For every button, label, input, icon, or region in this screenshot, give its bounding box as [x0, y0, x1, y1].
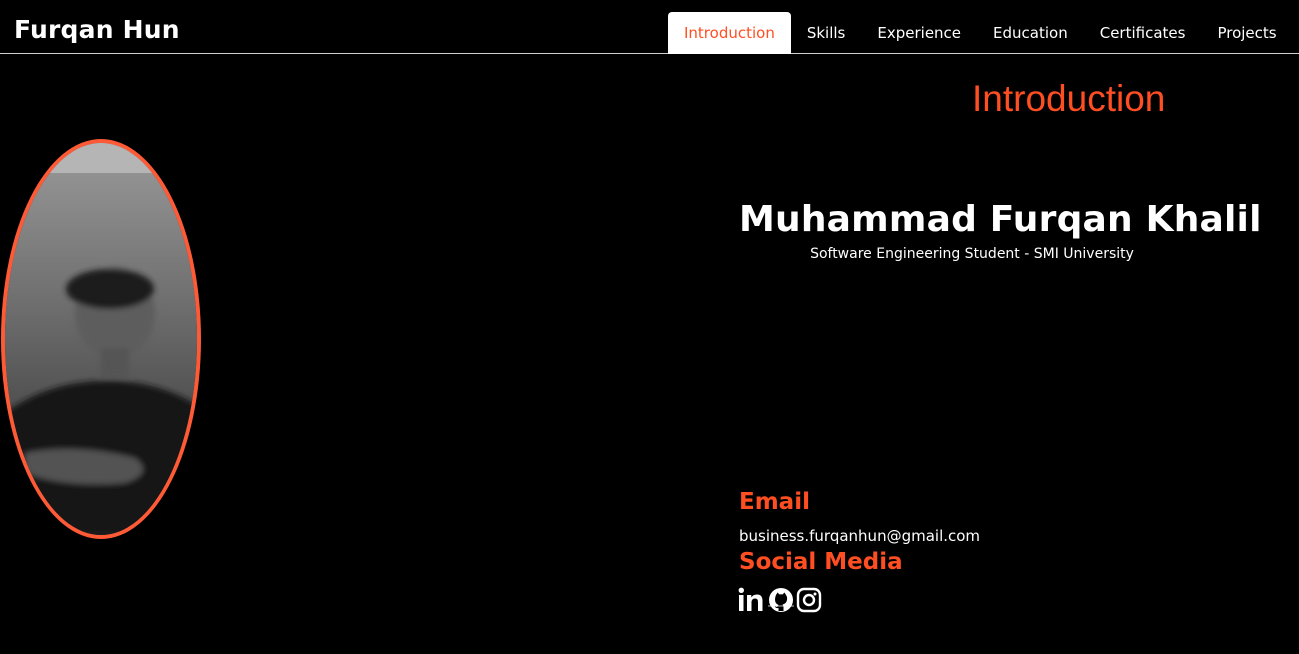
profile-photo [1, 139, 201, 539]
top-navbar: Furqan Hun Introduction Skills Experienc… [0, 0, 1299, 54]
tab-skills[interactable]: Skills [791, 12, 862, 54]
instagram-icon[interactable] [796, 587, 822, 617]
brand-logo-text[interactable]: Furqan Hun [14, 15, 180, 44]
tab-certificates[interactable]: Certificates [1084, 12, 1202, 54]
full-name: Muhammad Furqan Khalil [739, 199, 1262, 240]
main-nav: Introduction Skills Experience Education… [668, 12, 1293, 54]
github-icon[interactable] [768, 587, 794, 617]
tab-experience[interactable]: Experience [861, 12, 977, 54]
social-links [738, 587, 822, 617]
tab-education[interactable]: Education [977, 12, 1084, 54]
social-media-heading: Social Media [739, 549, 903, 575]
profile-photo-image [5, 143, 197, 535]
tab-projects[interactable]: Projects [1201, 12, 1292, 54]
email-heading: Email [739, 489, 810, 515]
subtitle: Software Engineering Student - SMI Unive… [810, 246, 1134, 262]
email-value[interactable]: business.furqanhun@gmail.com [739, 527, 980, 545]
linkedin-icon[interactable] [738, 587, 766, 617]
tab-introduction[interactable]: Introduction [668, 12, 791, 54]
section-title: Introduction [972, 78, 1166, 119]
